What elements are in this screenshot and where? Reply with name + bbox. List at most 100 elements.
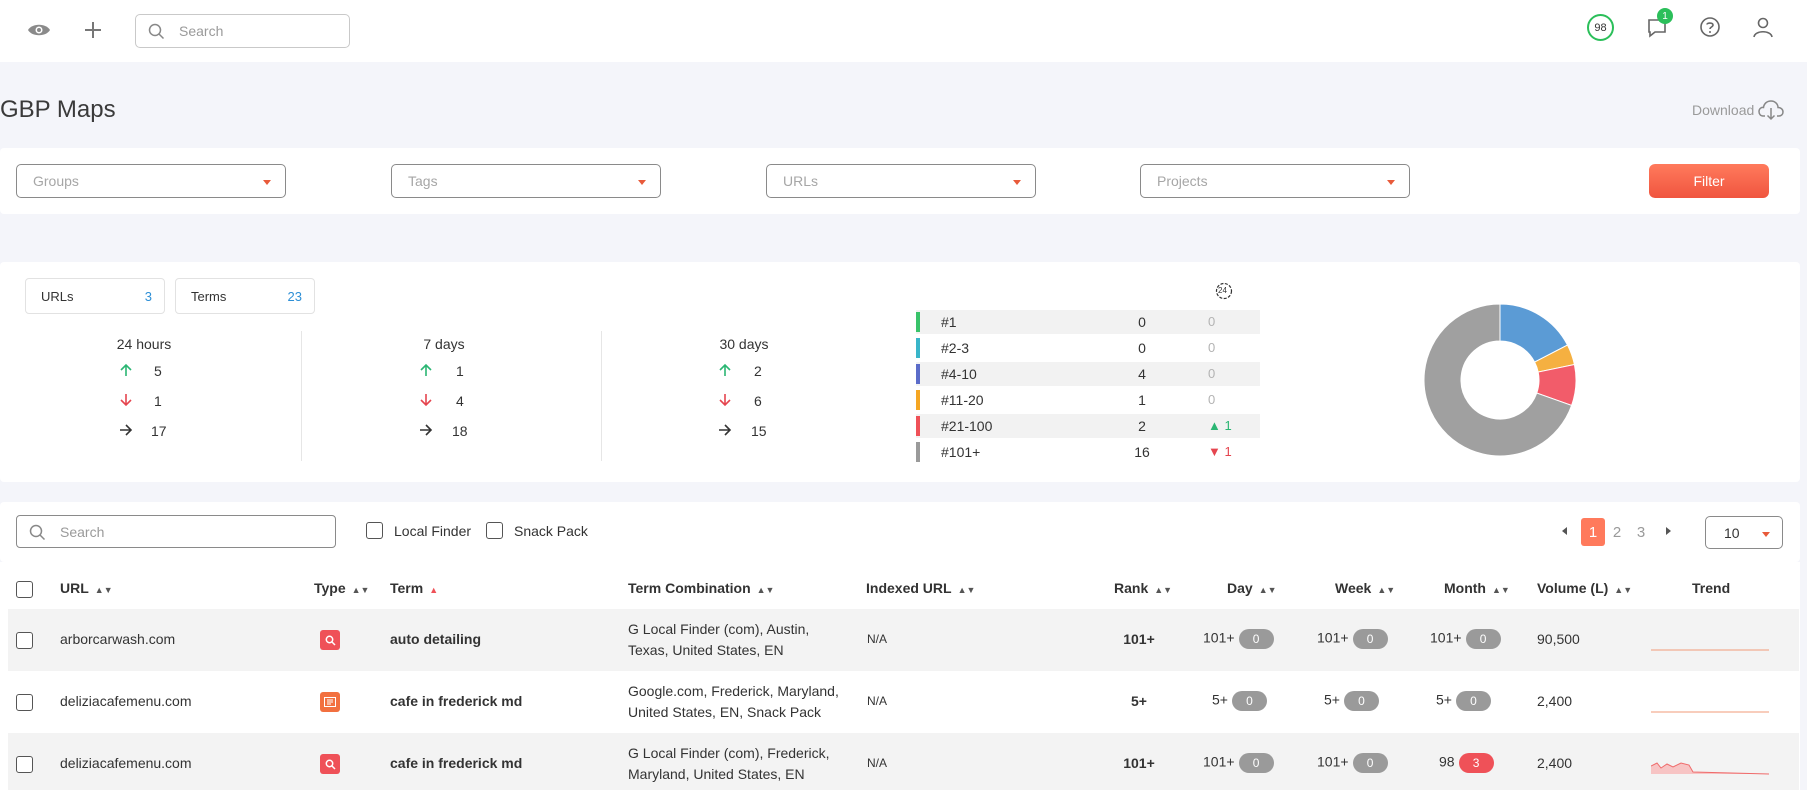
tags-select[interactable]: Tags bbox=[391, 164, 661, 198]
select-all-checkbox[interactable] bbox=[16, 581, 33, 598]
page-2[interactable]: 2 bbox=[1605, 518, 1629, 546]
per-page-select[interactable]: 10 bbox=[1705, 516, 1783, 549]
download-button[interactable]: Download bbox=[1692, 102, 1754, 118]
top-search-input[interactable]: Search bbox=[135, 14, 350, 48]
period-label: 7 days bbox=[423, 336, 465, 352]
rank-change: ▲ 1 bbox=[1208, 418, 1248, 433]
table-row[interactable]: deliziacafemenu.com cafe in frederick md… bbox=[8, 671, 1799, 733]
col-header-type[interactable]: Type ▲▼ bbox=[314, 580, 369, 596]
col-header-rank[interactable]: Rank ▲▼ bbox=[1114, 580, 1172, 596]
rank-row: #101+ 16 ▼ 1 bbox=[916, 440, 1260, 464]
prev-page-icon[interactable] bbox=[1562, 527, 1567, 535]
arrow-up-icon bbox=[719, 363, 731, 376]
rank-color-bar bbox=[916, 416, 920, 436]
week-change-chip: 0 bbox=[1352, 753, 1388, 773]
table-search-placeholder: Search bbox=[60, 524, 105, 540]
row-url[interactable]: deliziacafemenu.com bbox=[60, 691, 192, 712]
month-change-chip: 0 bbox=[1465, 629, 1501, 649]
rank-color-bar bbox=[916, 338, 920, 358]
table-row[interactable]: arborcarwash.com auto detailing G Local … bbox=[8, 609, 1799, 671]
eye-icon[interactable] bbox=[23, 14, 55, 46]
row-rank: 101+ bbox=[1123, 755, 1155, 771]
col-header-url[interactable]: URL ▲▼ bbox=[60, 580, 113, 596]
rank-name: #2-3 bbox=[941, 340, 970, 356]
row-checkbox[interactable] bbox=[16, 694, 33, 711]
col-header-term-combination[interactable]: Term Combination ▲▼ bbox=[628, 580, 774, 596]
unchanged-count: 18 bbox=[452, 423, 468, 439]
rank-color-bar bbox=[916, 442, 920, 462]
search-icon bbox=[320, 630, 340, 650]
col-header-day[interactable]: Day ▲▼ bbox=[1227, 580, 1277, 596]
chevron-down-icon bbox=[1013, 180, 1021, 185]
add-icon[interactable] bbox=[77, 14, 109, 46]
row-indexed-url: N/A bbox=[867, 694, 888, 708]
filter-button[interactable]: Filter bbox=[1649, 164, 1769, 198]
arrow-up-icon bbox=[120, 363, 132, 376]
terms-count-pill[interactable]: Terms 23 bbox=[175, 278, 315, 314]
download-cloud-icon[interactable] bbox=[1758, 99, 1784, 121]
rank-count: 4 bbox=[1138, 366, 1146, 382]
local-finder-label[interactable]: Local Finder bbox=[394, 523, 471, 539]
row-checkbox[interactable] bbox=[16, 632, 33, 649]
snack-pack-label[interactable]: Snack Pack bbox=[514, 523, 588, 539]
arrow-down-icon bbox=[719, 394, 731, 407]
row-term-combination-line2: United States, EN, Snack Pack bbox=[628, 704, 821, 720]
row-day: 5+ 0 bbox=[1212, 691, 1267, 711]
user-icon[interactable] bbox=[1747, 11, 1779, 43]
help-icon[interactable] bbox=[1694, 11, 1726, 43]
unchanged-count: 15 bbox=[751, 423, 767, 439]
groups-select[interactable]: Groups bbox=[16, 164, 286, 198]
row-volume: 2,400 bbox=[1537, 755, 1573, 771]
row-term: auto detailing bbox=[390, 631, 481, 647]
terms-count-label: Terms bbox=[191, 289, 227, 304]
score-badge[interactable]: 98 bbox=[1587, 14, 1614, 41]
period-7d: 7 days bbox=[379, 336, 509, 352]
rank-row: #11-20 1 0 bbox=[916, 388, 1260, 412]
period-timer-icon[interactable]: 24 bbox=[1215, 282, 1233, 300]
table-search-input[interactable]: Search bbox=[16, 515, 336, 548]
local-finder-checkbox[interactable] bbox=[366, 522, 383, 539]
search-icon bbox=[148, 23, 165, 40]
col-header-month[interactable]: Month ▲▼ bbox=[1444, 580, 1510, 596]
row-url[interactable]: arborcarwash.com bbox=[60, 629, 175, 650]
row-checkbox[interactable] bbox=[16, 756, 33, 773]
sort-icon: ▲▼ bbox=[1154, 585, 1173, 595]
search-icon bbox=[29, 524, 46, 541]
row-rank: 5+ bbox=[1131, 693, 1147, 709]
row-term-combination-line1: Google.com, Frederick, Maryland, bbox=[628, 683, 839, 699]
urls-select-label: URLs bbox=[783, 173, 819, 189]
arrow-right-icon bbox=[420, 424, 433, 436]
trend-sparkline bbox=[1651, 649, 1769, 651]
unchanged-count: 17 bbox=[151, 423, 167, 439]
table-row[interactable]: deliziacafemenu.com cafe in frederick md… bbox=[8, 733, 1799, 790]
rank-change: 0 bbox=[1208, 314, 1216, 329]
rank-count: 16 bbox=[1134, 444, 1150, 460]
rank-count: 0 bbox=[1138, 340, 1146, 356]
arrow-up-icon bbox=[420, 363, 432, 376]
snack-pack-checkbox[interactable] bbox=[486, 522, 503, 539]
row-url[interactable]: deliziacafemenu.com bbox=[60, 753, 192, 774]
improved-count: 5 bbox=[154, 363, 162, 379]
rank-color-bar bbox=[916, 312, 920, 332]
week-change-chip: 0 bbox=[1343, 691, 1379, 711]
top-bar: Search 98 1 bbox=[0, 0, 1807, 62]
col-header-term[interactable]: Term ▲ bbox=[390, 580, 438, 596]
col-header-indexed-url[interactable]: Indexed URL ▲▼ bbox=[866, 580, 975, 596]
period-30d: 30 days bbox=[679, 336, 809, 352]
page-1[interactable]: 1 bbox=[1581, 518, 1605, 546]
chevron-down-icon bbox=[263, 180, 271, 185]
projects-select[interactable]: Projects bbox=[1140, 164, 1410, 198]
period-label: 30 days bbox=[719, 336, 769, 352]
rank-name: #101+ bbox=[941, 444, 981, 460]
sort-icon: ▲▼ bbox=[351, 585, 370, 595]
col-header-week[interactable]: Week ▲▼ bbox=[1335, 580, 1395, 596]
urls-count-pill[interactable]: URLs 3 bbox=[25, 278, 165, 314]
chevron-down-icon bbox=[1762, 532, 1770, 537]
row-term-combination-line1: G Local Finder (com), Frederick, bbox=[628, 745, 830, 761]
rank-change-value: 1 bbox=[1224, 418, 1232, 433]
urls-select[interactable]: URLs bbox=[766, 164, 1036, 198]
page-3[interactable]: 3 bbox=[1629, 518, 1653, 546]
rank-change: 0 bbox=[1208, 392, 1216, 407]
next-page-icon[interactable] bbox=[1666, 527, 1671, 535]
col-header-volume[interactable]: Volume (L) ▲▼ bbox=[1537, 580, 1632, 596]
